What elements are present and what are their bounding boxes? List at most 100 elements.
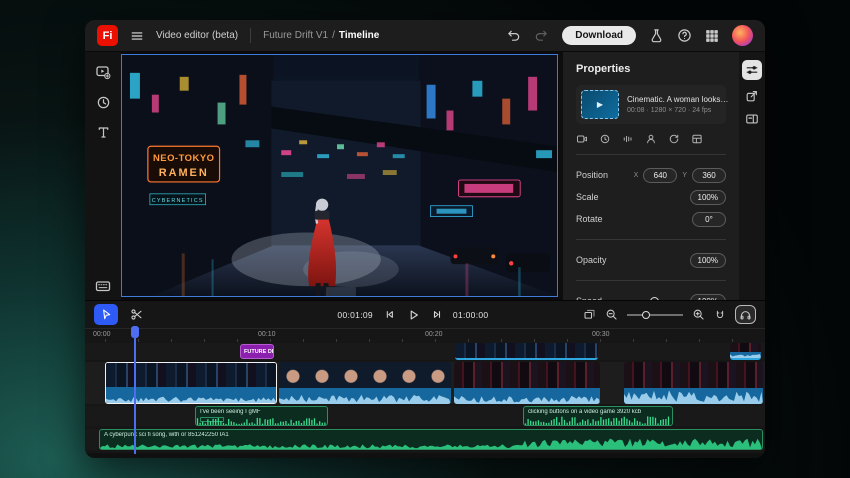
sign-text-small: CYBERNETICS [152,198,204,204]
cybernetics-sign: CYBERNETICS [150,194,206,205]
divider [576,154,726,155]
ruler-tick: 00:20 [425,331,443,338]
add-media-icon[interactable] [95,64,111,80]
help-icon[interactable] [677,28,692,43]
snap-icon[interactable] [714,309,726,321]
video-clip-3[interactable] [454,362,600,404]
next-frame-icon[interactable] [430,308,443,321]
rotate-label: Rotate [576,214,603,224]
zoom-in-icon[interactable] [692,308,705,321]
audio-clip-1[interactable]: I've been seeing I gMF [195,406,328,426]
video-canvas[interactable]: NEO-TOKYO RAMEN CYBERNETICS [121,54,558,297]
properties-sliders-icon[interactable] [742,60,762,80]
previous-frame-icon[interactable] [383,308,396,321]
divider [576,239,726,240]
divider [576,280,726,281]
play-icon[interactable] [406,308,420,322]
opacity-row: Opacity 100% [576,249,726,271]
refresh-icon[interactable] [668,133,680,145]
properties-panel: Properties ▶ Cinematic. A woman looks a.… [563,52,739,300]
user-avatar[interactable] [732,25,753,46]
zoom-out-icon[interactable] [605,308,618,321]
clip-meta: 00:08 · 1280 × 720 · 24 fps [627,107,729,114]
right-toolbar [739,52,765,300]
video-clip-1-selected[interactable] [105,362,277,404]
scale-row: Scale 100% [576,186,726,208]
position-row: Position X 640 Y 360 [576,164,726,186]
clip-name: Cinematic. A woman looks a... vflgenvid [627,95,729,104]
timeline-toolbar: 00:01:09 01:00:00 [85,301,765,329]
breadcrumb[interactable]: Future Drift V1 / Timeline [263,30,379,41]
breadcrumb-page: Timeline [339,30,379,41]
filmstrip-icon[interactable] [576,133,588,145]
rotate-row: Rotate 0° [576,208,726,230]
overlay-track[interactable] [85,343,765,360]
position-x-input[interactable]: 640 [643,168,677,183]
rotate-input[interactable]: 0° [692,212,726,227]
selected-clip-card[interactable]: ▶ Cinematic. A woman looks a... vflgenvi… [576,85,726,124]
person-icon[interactable] [645,133,657,145]
apps-grid-icon[interactable] [705,29,719,43]
redo-icon[interactable] [534,28,549,43]
audio-clip-2[interactable]: clicking buttons on a video game 3920 kc… [523,406,673,426]
timeline-zoom-slider[interactable] [627,310,683,320]
audio-levels-icon[interactable] [622,133,634,145]
timeline-ruler[interactable]: 00:00 00:10 00:20 00:30 [85,329,765,342]
fit-timeline-icon[interactable] [583,308,596,321]
ruler-tick: 00:30 [592,331,610,338]
ruler-tick: 00:00 [93,331,111,338]
app-window: Fi Video editor (beta) Future Drift V1 /… [85,20,765,458]
playhead-line[interactable] [134,327,136,454]
speed-row: Speed 100% [576,290,726,300]
top-bar: Fi Video editor (beta) Future Drift V1 /… [85,20,765,52]
export-icon[interactable] [745,89,759,103]
scale-input[interactable]: 100% [690,190,726,205]
y-axis-label: Y [682,172,687,179]
ruler-minor-ticks [105,339,765,342]
loop-icon[interactable] [599,133,611,145]
audio-preview-icon[interactable] [735,305,756,324]
ramen-sign: NEO-TOKYO RAMEN [148,146,220,182]
total-duration: 01:00:00 [453,310,489,320]
x-axis-label: X [634,172,639,179]
download-button[interactable]: Download [562,26,636,45]
opacity-input[interactable]: 100% [690,253,726,268]
ruler-tick: 00:10 [258,331,276,338]
timeline-body[interactable]: 00:00 00:10 00:20 00:30 FUTURE DRIF [85,329,765,458]
history-clock-icon[interactable] [96,95,111,110]
split-tool-button[interactable] [124,304,148,325]
pointer-icon [100,308,113,321]
text-tool-icon[interactable] [96,125,111,140]
hamburger-menu-icon[interactable] [130,29,144,43]
beaker-icon[interactable] [649,28,664,43]
cyberpunk-scene: NEO-TOKYO RAMEN CYBERNETICS [122,55,557,296]
transport-controls: 00:01:09 01:00:00 [337,308,488,322]
firefly-logo[interactable]: Fi [97,25,118,46]
current-time: 00:01:09 [337,310,373,320]
storyboard-icon[interactable] [691,133,703,145]
overlay-video-clip-2[interactable] [730,343,761,360]
select-tool-button[interactable] [94,304,118,325]
app-title: Video editor (beta) [156,30,238,41]
timeline-bottom-strip [85,453,765,458]
music-clip[interactable]: A cyberpunk sci fi song, with or 8512422… [99,429,763,450]
sign-text-top: NEO-TOKYO [153,152,214,163]
sign-text-bottom: RAMEN [159,167,209,179]
breadcrumb-project[interactable]: Future Drift V1 [263,30,328,41]
video-clip-2[interactable] [279,362,451,404]
undo-icon[interactable] [506,28,521,43]
position-y-input[interactable]: 360 [692,168,726,183]
playhead-handle[interactable] [131,326,139,338]
opacity-label: Opacity [576,255,607,265]
video-clip-4[interactable] [624,362,763,404]
left-toolbar [85,52,121,300]
panel-layout-icon[interactable] [745,112,759,126]
overlay-video-clip[interactable] [455,343,598,360]
title-clip[interactable]: FUTURE DRIF [240,344,274,359]
position-label: Position [576,170,608,180]
scissors-icon [130,308,143,321]
topbar-divider [250,28,251,43]
keyboard-shortcuts-icon[interactable] [95,280,111,293]
properties-title: Properties [576,63,726,75]
timeline-section: 00:01:09 01:00:00 00:00 00:10 00:20 [85,300,765,458]
